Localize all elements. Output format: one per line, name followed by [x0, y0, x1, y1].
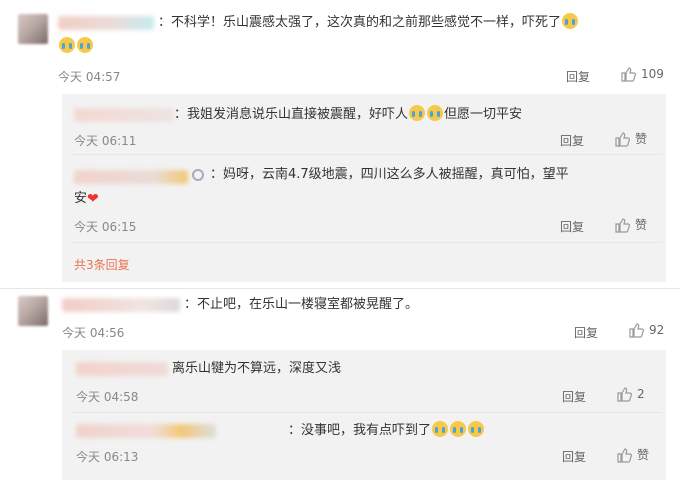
reply-time: 今天 06:15: [74, 220, 137, 234]
like-label: 赞: [637, 448, 650, 462]
more-replies-link[interactable]: 共3条回复: [74, 256, 130, 273]
crying-emoji-icon: [409, 105, 426, 121]
reply-username-blurred[interactable]: [76, 424, 216, 438]
comment-text-emojis: [58, 36, 94, 58]
comment-time: 今天 04:56: [62, 326, 125, 340]
username-blurred[interactable]: [58, 16, 154, 30]
like-count: 92: [649, 323, 665, 337]
crying-emoji-icon: [427, 105, 444, 121]
reply-text: ：没事吧，我有点吓到了: [288, 420, 485, 442]
thumbs-up-icon: [629, 323, 644, 338]
crying-emoji-icon: [432, 421, 449, 437]
thumbs-up-icon: [617, 387, 632, 402]
reply-text: ：妈呀，云南4.7级地震，四川这么多人被摇醒，真可怕，望平: [210, 167, 569, 182]
reply-list: ：我姐发消息说乐山直接被震醒，好吓人 但愿一切平安 今天 06:11 回复 赞 ：…: [62, 94, 666, 282]
reply-time: 今天 06:11: [74, 134, 137, 148]
like-button[interactable]: 92: [628, 322, 664, 338]
comment-text: ：不止吧，在乐山一楼寝室都被晃醒了。: [184, 297, 419, 312]
red-heart-icon: ❤: [87, 191, 99, 207]
avatar[interactable]: [18, 14, 48, 44]
reply-button[interactable]: 回复: [560, 218, 584, 235]
like-button[interactable]: 109: [620, 66, 664, 82]
reply-button[interactable]: 回复: [566, 68, 590, 85]
divider: [72, 412, 662, 413]
like-button[interactable]: 赞: [614, 216, 647, 233]
comment-time: 今天 04:57: [58, 70, 121, 84]
reply-username-blurred[interactable]: [76, 362, 168, 376]
avatar[interactable]: [18, 296, 48, 326]
crying-emoji-icon: [562, 13, 579, 29]
reply-button[interactable]: 回复: [562, 448, 586, 465]
like-button[interactable]: 2: [616, 386, 645, 402]
reply-text: 离乐山犍为不算远，深度又浅: [172, 361, 342, 376]
like-count: 2: [637, 387, 645, 401]
reply-list: 离乐山犍为不算远，深度又浅 今天 04:58 回复 2 ：没事吧，我有点吓到了 …: [62, 350, 666, 480]
reply-button[interactable]: 回复: [574, 324, 598, 341]
crying-emoji-icon: [468, 421, 485, 437]
crying-emoji-icon: [77, 37, 93, 53]
divider: [72, 154, 662, 155]
thumbs-up-icon: [621, 67, 636, 82]
like-button[interactable]: 赞: [616, 446, 649, 463]
like-count: 109: [641, 67, 664, 81]
reply-time: 今天 06:13: [76, 450, 139, 464]
like-label: 赞: [635, 218, 648, 232]
reply-text: ：我姐发消息说乐山直接被震醒，好吓人 但愿一切平安: [174, 105, 523, 122]
reply-button[interactable]: 回复: [562, 388, 586, 405]
reply-username-blurred[interactable]: [74, 108, 174, 122]
badge-icon: [192, 169, 204, 181]
reply-text-line2: 安❤: [74, 191, 99, 207]
comment-divider: [0, 288, 680, 289]
reply-username-blurred[interactable]: [74, 170, 188, 184]
reply-time: 今天 04:58: [76, 390, 139, 404]
thumbs-up-icon: [617, 447, 632, 463]
username-blurred[interactable]: [62, 298, 180, 312]
crying-emoji-icon: [450, 421, 467, 437]
divider: [72, 242, 662, 243]
crying-emoji-icon: [59, 37, 75, 53]
thumbs-up-icon: [615, 131, 630, 147]
comment-text: ：不科学！乐山震感太强了，这次真的和之前那些感觉不一样，吓死了: [158, 12, 579, 34]
thumbs-up-icon: [615, 217, 630, 233]
reply-button[interactable]: 回复: [560, 132, 584, 149]
like-label: 赞: [635, 132, 648, 146]
like-button[interactable]: 赞: [614, 130, 647, 147]
